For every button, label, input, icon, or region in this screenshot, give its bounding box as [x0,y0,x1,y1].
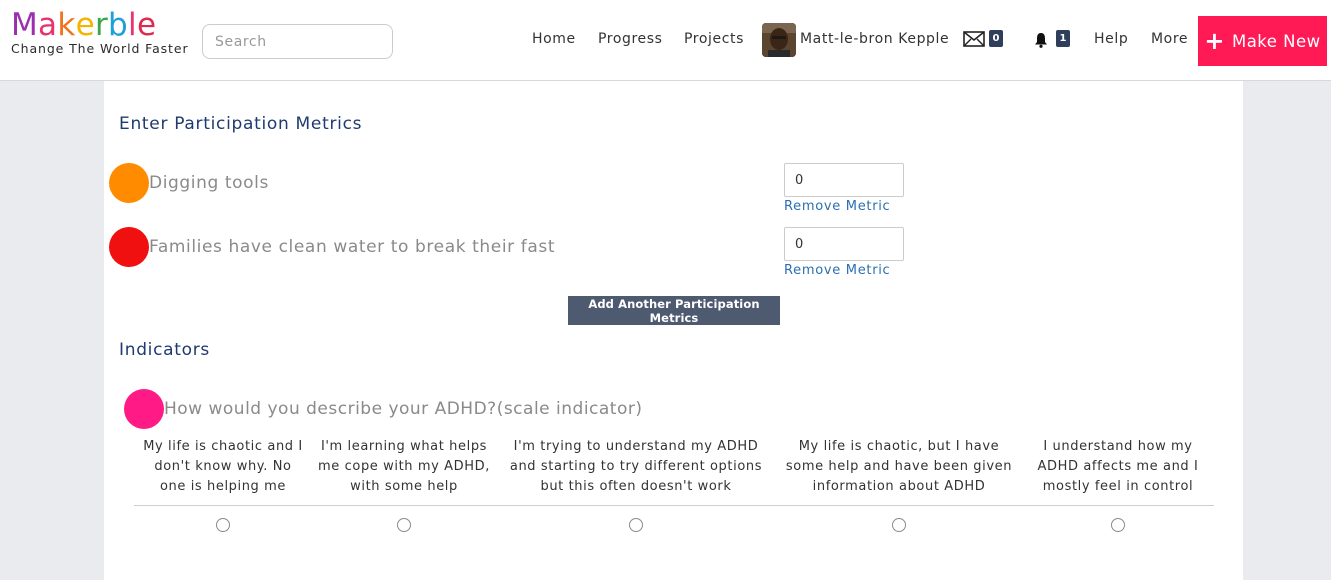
metric-color-dot [109,227,149,267]
search-input[interactable] [202,24,393,59]
scale-option-label: My life is chaotic and I don't know why. … [140,437,306,497]
messages-count-badge: 0 [989,30,1003,47]
scale-option-label-line: but this often doesn't work [540,479,732,494]
scale-option-label-line: me cope with my ADHD, [318,459,490,474]
makerble-logo[interactable]: Makerble Change The World Faster [11,8,189,56]
scale-option-radio[interactable] [629,518,643,532]
logo-letter: k [57,7,76,43]
scale-option-radio[interactable] [397,518,411,532]
nav-projects[interactable]: Projects [684,31,744,47]
scale-option-label-line: information about ADHD [812,479,986,494]
indicator-color-dot [124,389,164,429]
notifications-count-badge: 1 [1056,30,1070,47]
scale-option-label-line: My life is chaotic, but I have [798,439,1000,454]
content-panel: Enter Participation Metrics Digging tool… [104,81,1243,580]
scale-option-label: I'm learning what helps me cope with my A… [316,437,492,497]
scale-option-label-line: I understand how my [1043,439,1193,454]
scale-option-label: I'm trying to understand my ADHD and star… [508,437,764,497]
make-new-label: Make New [1231,31,1321,51]
scale-option-label: I understand how my ADHD affects me and I… [1034,437,1202,497]
metric-color-dot [109,163,149,203]
nav-home[interactable]: Home [532,31,576,47]
user-avatar[interactable] [762,23,796,57]
remove-metric-link[interactable]: Remove Metric [784,199,890,214]
scale-option-radio[interactable] [216,518,230,532]
scale-option-label-line: My life is chaotic and I [143,439,303,454]
scale-option-label-line: with some help [350,479,458,494]
logo-wordmark: Makerble [11,8,189,42]
scale-option-label-line: mostly feel in control [1042,479,1194,494]
scale-option-radio[interactable] [1111,518,1125,532]
plus-icon: + [1204,27,1225,55]
logo-letter: e [136,7,157,43]
notifications-button[interactable]: 1 [1034,30,1070,52]
envelope-icon [963,31,985,47]
scale-option-label-line: and starting to try different options [509,459,763,474]
remove-metric-link[interactable]: Remove Metric [784,263,890,278]
scale-option-radio[interactable] [892,518,906,532]
metric-name: Digging tools [149,173,269,193]
logo-letter: r [94,7,109,43]
logo-letter: l [128,7,137,43]
nav-help[interactable]: Help [1094,31,1128,47]
top-navbar: Makerble Change The World Faster Home Pr… [0,0,1331,81]
metric-value-input[interactable] [784,163,904,197]
scale-option-label-line: ADHD affects me and I [1037,459,1199,474]
participation-metrics-title: Enter Participation Metrics [119,114,363,134]
scale-option-label-line: I'm trying to understand my ADHD [513,439,759,454]
scale-option-label-line: some help and have been given [785,459,1013,474]
metric-value-input[interactable] [784,227,904,261]
scale-option-label-line: don't know why. No [154,459,292,474]
indicator-question: How would you describe your ADHD?(scale … [164,399,643,419]
bell-icon [1035,33,1047,48]
logo-letter: b [108,7,129,43]
messages-button[interactable]: 0 [963,30,1003,52]
scale-option-label-line: I'm learning what helps [320,439,488,454]
logo-letter: M [11,7,39,43]
nav-user-name[interactable]: Matt-le-bron Kepple [800,31,949,47]
scale-option-label-line: one is helping me [159,479,287,494]
nav-more[interactable]: More [1151,31,1188,47]
add-participation-metric-button[interactable]: Add Another Participation Metrics [568,296,780,325]
logo-tagline: Change The World Faster [11,41,189,56]
make-new-button[interactable]: + Make New [1198,16,1327,66]
logo-letter: e [75,7,95,43]
logo-letter: a [38,7,58,43]
metric-name: Families have clean water to break their… [149,237,556,257]
avatar-image [762,23,796,57]
scale-option-label: My life is chaotic, but I have some help … [784,437,1014,497]
nav-progress[interactable]: Progress [598,31,663,47]
indicators-title: Indicators [119,340,210,360]
scale-divider [134,505,1214,506]
